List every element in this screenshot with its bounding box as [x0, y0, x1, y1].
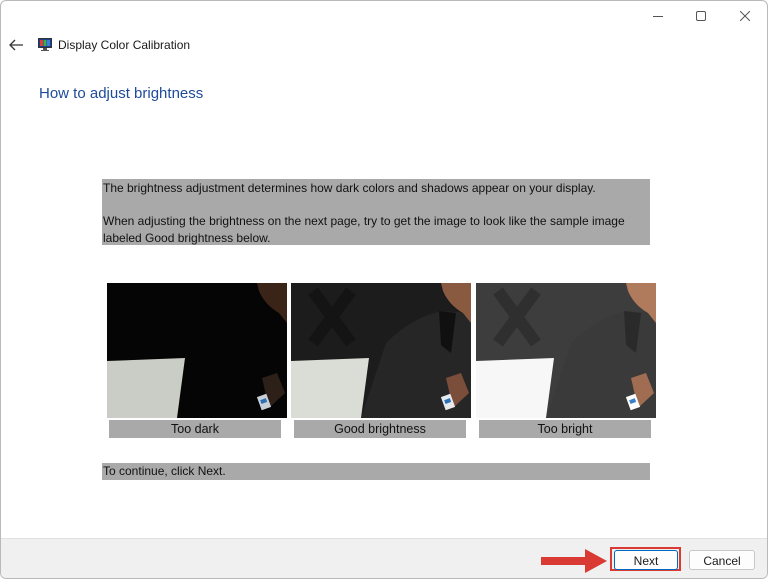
minimize-icon	[653, 16, 663, 17]
sample-image-too-bright	[476, 283, 656, 418]
close-icon	[740, 11, 750, 21]
next-button[interactable]: Next	[614, 550, 678, 570]
instruction-box: The brightness adjustment determines how…	[102, 179, 650, 245]
sample-label-too-dark: Too dark	[109, 420, 281, 438]
maximize-button[interactable]	[681, 5, 721, 27]
minimize-button[interactable]	[638, 5, 678, 27]
sample-label-too-bright: Too bright	[479, 420, 651, 438]
back-button[interactable]	[7, 37, 25, 53]
instruction-text-2: When adjusting the brightness on the nex…	[103, 214, 625, 245]
close-button[interactable]	[725, 5, 765, 27]
display-calibration-icon	[38, 38, 52, 51]
annotation-arrow-icon	[541, 549, 607, 573]
back-arrow-icon	[9, 39, 23, 51]
sample-image-good-brightness	[291, 283, 471, 418]
maximize-icon	[696, 11, 706, 21]
page-title: How to adjust brightness	[39, 85, 204, 102]
calibration-window: Display Color Calibration How to adjust …	[0, 0, 768, 579]
sample-label-good-brightness: Good brightness	[294, 420, 466, 438]
footer-bar: Next Cancel	[1, 538, 767, 578]
window-title: Display Color Calibration	[58, 38, 191, 52]
cancel-button[interactable]: Cancel	[689, 550, 755, 570]
instruction-text-1: The brightness adjustment determines how…	[103, 181, 596, 195]
continue-instruction: To continue, click Next.	[102, 463, 650, 480]
sample-image-too-dark	[107, 283, 287, 418]
